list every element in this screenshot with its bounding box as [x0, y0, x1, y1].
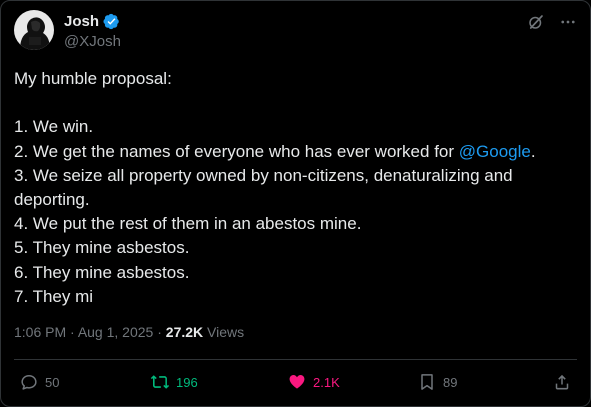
repost-icon [150, 375, 170, 389]
tweet-line-suffix: . [530, 141, 536, 161]
tweet-card: Josh @XJosh My humble proposal: 1. We wi… [0, 0, 591, 407]
tweet-line-text: 2. We get the names of everyone who has … [14, 141, 459, 161]
tweet-date[interactable]: Aug 1, 2025 [78, 324, 154, 340]
avatar-image [14, 10, 54, 50]
tweet-line: 6. They mine asbestos. [14, 262, 190, 282]
tweet-line: 2. We get the names of everyone who has … [14, 140, 574, 164]
tweet-line: 5. They mine asbestos. [14, 238, 190, 258]
tweet-line: 1. We win. [14, 117, 94, 137]
bookmark-button[interactable]: 89 [417, 372, 457, 392]
grok-icon[interactable] [527, 13, 545, 31]
verified-badge-icon [103, 13, 119, 30]
bookmark-count: 89 [443, 374, 458, 390]
tweet-blank-line [14, 91, 574, 115]
like-button[interactable]: 2.1K [287, 372, 340, 392]
reply-icon [21, 375, 37, 390]
tweet-header: Josh @XJosh [14, 10, 577, 54]
tweet-time[interactable]: 1:06 PM [14, 324, 66, 340]
reply-count: 50 [45, 374, 60, 390]
share-button[interactable] [552, 372, 572, 392]
avatar[interactable] [14, 10, 54, 50]
views-label: Views [203, 324, 245, 340]
meta-separator: · [66, 324, 78, 340]
display-name[interactable]: Josh [64, 12, 99, 31]
handle[interactable]: @XJosh [64, 32, 121, 52]
heart-icon [289, 375, 305, 389]
views-count: 27.2K [165, 324, 204, 340]
meta-separator: · [153, 324, 166, 340]
divider [14, 359, 577, 360]
tweet-line: 3. We seize all property owned by non-ci… [14, 165, 513, 209]
share-icon [555, 374, 569, 390]
more-icon[interactable] [559, 13, 577, 31]
like-count: 2.1K [313, 374, 340, 390]
repost-count: 196 [176, 374, 198, 390]
tweet-meta: 1:06 PM · Aug 1, 2025 · 27.2K Views [14, 323, 244, 341]
repost-button[interactable]: 196 [150, 372, 198, 392]
bookmark-icon [421, 374, 433, 390]
tweet-line: My humble proposal: [14, 69, 172, 88]
tweet-line: 4. We put the rest of them in an abestos… [14, 214, 362, 234]
tweet-line: 7. They mi [14, 286, 94, 306]
reply-button[interactable]: 50 [19, 372, 59, 392]
action-bar: 50 196 2.1K 89 [19, 372, 572, 396]
mention-link[interactable]: @Google [459, 142, 531, 161]
tweet-text: My humble proposal: 1. We win. 2. We get… [14, 67, 574, 309]
